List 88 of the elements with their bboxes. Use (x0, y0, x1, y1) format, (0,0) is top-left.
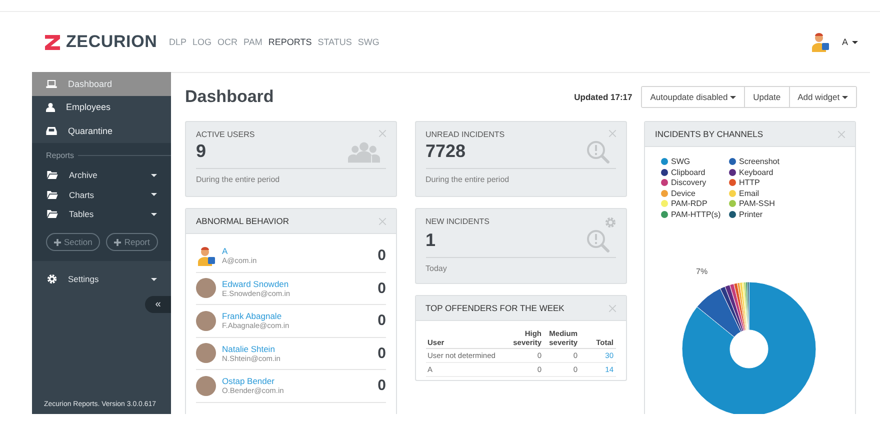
incident-count: 0 (378, 312, 386, 330)
incident-count: 0 (378, 247, 386, 264)
close-icon[interactable] (608, 130, 616, 137)
plus-icon (54, 238, 61, 246)
avatar-placeholder (196, 343, 216, 364)
nav-tab[interactable]: REPORTS (268, 37, 312, 47)
user-link[interactable]: A (222, 246, 372, 256)
close-icon[interactable] (838, 130, 845, 138)
slice-label: 7% (696, 266, 708, 276)
folder-icon (47, 190, 58, 199)
folder-icon (47, 171, 58, 180)
stat-note: During the entire period (196, 175, 281, 184)
close-icon[interactable] (379, 130, 386, 137)
stat-note: Today (426, 264, 448, 273)
updated-time: Updated 17:17 (574, 92, 632, 102)
collapse-button[interactable]: « (145, 296, 171, 313)
legend-label: Email (739, 188, 760, 198)
inbox-icon (46, 126, 57, 135)
stat-value: 1 (426, 230, 436, 251)
add-button[interactable]: Section (46, 233, 100, 251)
caret-icon (852, 40, 858, 44)
nav-tab[interactable]: OCR (218, 37, 238, 47)
sidebar-item[interactable]: Dashboard (32, 72, 171, 96)
stat-note: During the entire period (426, 175, 510, 184)
caret-icon (151, 193, 157, 196)
sidebar-item[interactable]: Quarantine (32, 119, 171, 142)
card-title: ABNORMAL BEHAVIOR (196, 216, 290, 226)
user-menu[interactable]: A (842, 37, 858, 47)
incident-count: 0 (378, 344, 386, 362)
legend-label: Discovery (671, 178, 706, 187)
legend-label: SWG (671, 157, 690, 166)
laptop-icon (46, 80, 57, 88)
add-button[interactable]: Report (106, 233, 158, 251)
settings-icon (47, 274, 57, 284)
search-icon (586, 228, 610, 252)
caret-icon (151, 278, 157, 280)
close-icon[interactable] (608, 304, 616, 312)
logo-text: ZECURION (66, 32, 158, 52)
avatar-placeholder (196, 278, 216, 298)
card-title: NEW INCIDENTS (426, 217, 490, 226)
incident-count: 0 (378, 280, 386, 297)
user-avatar-icon (196, 246, 216, 266)
sidebar-item[interactable]: Employees (32, 96, 171, 119)
logo-icon (45, 34, 60, 50)
card-title: INCIDENTS BY CHANNELS (655, 129, 764, 139)
user-link[interactable]: Ostap Bender (222, 376, 372, 386)
caret-icon (151, 174, 157, 177)
card-title: TOP OFFENDERS FOR THE WEEK (426, 303, 564, 313)
legend-label: HTTP (739, 178, 760, 187)
legend-label: Keyboard (739, 168, 774, 176)
section-heading: Reports (46, 150, 74, 160)
settings-menu[interactable]: Settings (32, 267, 171, 291)
folder-icon (47, 210, 58, 218)
nav-tab[interactable]: SWG (358, 37, 380, 47)
user-link[interactable]: Edward Snowden (222, 278, 372, 289)
legend-label: Printer (739, 210, 763, 218)
stat-value: 9 (196, 141, 206, 162)
plus-icon (114, 238, 122, 246)
card-title: ACTIVE USERS (196, 130, 255, 139)
user-avatar-icon[interactable] (810, 32, 830, 52)
settings-icon[interactable] (604, 217, 616, 228)
sidebar-folder[interactable]: Tables (32, 204, 171, 224)
legend-label: Device (671, 188, 696, 198)
legend-label: PAM-HTTP(s) (671, 210, 721, 218)
sidebar-folder[interactable]: Charts (32, 185, 171, 204)
caret-icon (151, 212, 157, 216)
stat-value: 7728 (426, 141, 466, 162)
user-link[interactable]: Frank Abagnale (222, 311, 372, 322)
nav-tab[interactable]: DLP (169, 37, 187, 47)
incident-count: 0 (378, 377, 386, 394)
toolbar-button[interactable]: Add widget (788, 87, 856, 107)
nav-tab[interactable]: LOG (192, 37, 212, 47)
card-title: UNREAD INCIDENTS (426, 130, 505, 139)
avatar-placeholder (196, 310, 216, 331)
page-title: Dashboard (185, 87, 274, 107)
nav-tab[interactable]: STATUS (318, 37, 352, 47)
close-icon[interactable] (379, 218, 386, 224)
legend-label: PAM-SSH (739, 199, 775, 208)
nav-tab[interactable]: PAM (244, 37, 262, 47)
search-icon (586, 140, 610, 164)
sidebar-folder[interactable]: Archive (32, 166, 171, 185)
users-icon (348, 140, 380, 162)
avatar-placeholder (196, 376, 216, 396)
legend-label: Screenshot (739, 157, 780, 166)
legend-label: PAM-RDP (671, 199, 708, 208)
legend-label: Clipboard (671, 168, 706, 176)
user-link[interactable]: Natalie Shtein (222, 344, 372, 354)
user-icon (46, 102, 55, 112)
